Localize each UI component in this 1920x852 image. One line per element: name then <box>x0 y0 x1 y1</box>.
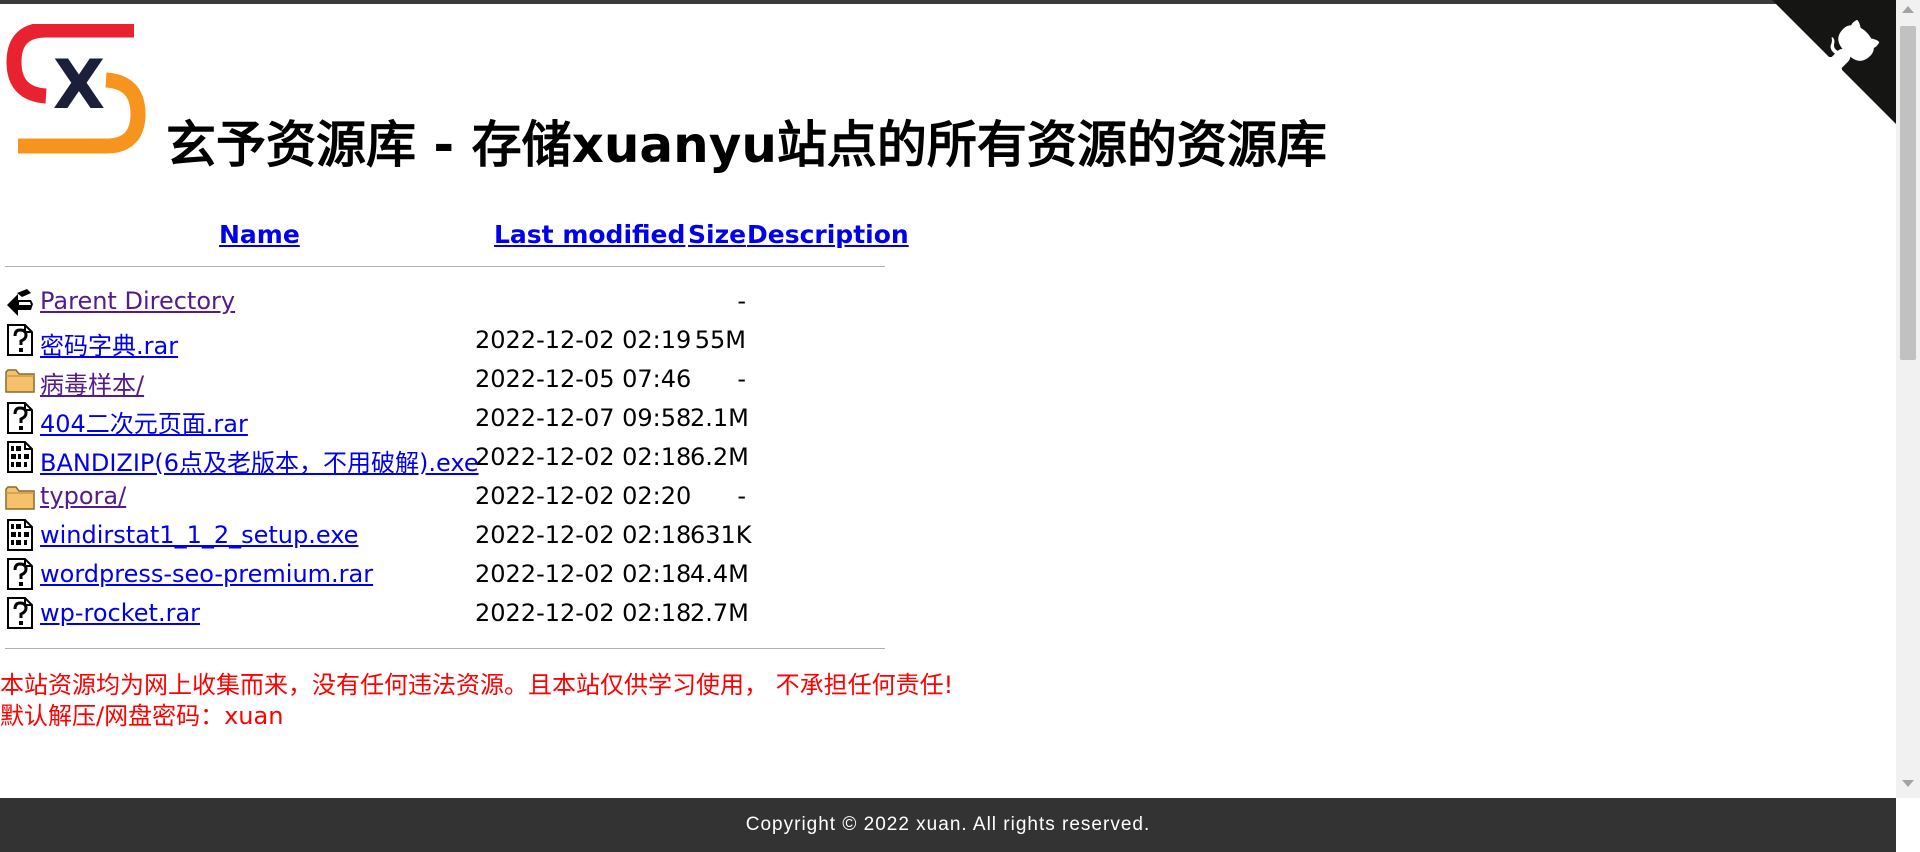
password-hint: 默认解压/网盘密码：xuan <box>0 702 284 730</box>
folder-icon <box>5 480 35 512</box>
table-row: 病毒样本/2022-12-05 07:46 - <box>5 361 885 400</box>
table-row: wp-rocket.rar 2022-12-02 02:18 2.7M <box>5 595 885 634</box>
top-border <box>0 0 1920 4</box>
unknown-file-icon <box>5 558 35 590</box>
disclaimer-text: 本站资源均为网上收集而来，没有任何违法资源。且本站仅供学习使用， 不承担任何责任… <box>0 671 954 699</box>
table-row: wordpress-seo-premium.rar 2022-12-02 02:1… <box>5 556 885 595</box>
table-row: BANDIZIP(6点及老版本，不用破解).exe 2022-12-02 02:1… <box>5 439 885 478</box>
file-size: - <box>737 482 746 510</box>
sort-by-size-link[interactable]: Size <box>688 220 746 249</box>
logo-letter: X <box>53 46 105 125</box>
copyright-text: Copyright © 2022 xuan. All rights reserv… <box>745 814 1151 835</box>
folder-icon <box>5 363 35 395</box>
file-listing: Name Last modified Size Description Pare… <box>5 212 909 649</box>
file-date: 2022-12-02 02:18 <box>475 521 692 549</box>
file-link[interactable]: 密码字典.rar <box>40 326 178 361</box>
file-size: 2.7M <box>690 599 749 627</box>
page-header: X 玄予资源库 - 存储xuanyu站点的所有资源的资源库 <box>6 24 1406 184</box>
file-date: 2022-12-02 02:19 <box>475 326 692 354</box>
file-size: 6.2M <box>690 443 749 471</box>
sx-logo-icon: X <box>6 24 146 154</box>
file-size: 2.1M <box>690 404 749 432</box>
listing-header: Name Last modified Size Description <box>5 212 909 252</box>
scrollbar-thumb[interactable] <box>1900 26 1916 360</box>
file-link[interactable]: windirstat1_1_2_setup.exe <box>40 521 358 549</box>
file-link[interactable]: typora/ <box>40 482 126 510</box>
file-date: 2022-12-07 09:58 <box>475 404 692 432</box>
back-icon <box>5 285 35 317</box>
scroll-up-arrow-icon[interactable] <box>1902 6 1914 13</box>
github-corner-link[interactable] <box>1772 0 1896 124</box>
file-link[interactable]: BANDIZIP(6点及老版本，不用破解).exe <box>40 443 479 478</box>
file-size: 4.4M <box>690 560 749 588</box>
notice: 本站资源均为网上收集而来，没有任何违法资源。且本站仅供学习使用， 不承担任何责任… <box>0 670 953 732</box>
file-link[interactable]: Parent Directory <box>40 287 235 315</box>
footer-divider <box>5 648 885 649</box>
table-row: 404二次元页面.rar 2022-12-07 09:58 2.1M <box>5 400 885 439</box>
file-date: 2022-12-02 02:18 <box>475 443 692 471</box>
scroll-down-arrow-icon[interactable] <box>1902 780 1914 787</box>
table-row: Parent Directory - <box>5 283 885 322</box>
file-link[interactable]: wordpress-seo-premium.rar <box>40 560 373 588</box>
unknown-file-icon <box>5 402 35 434</box>
sort-by-name-link[interactable]: Name <box>219 220 300 249</box>
file-size: - <box>737 365 746 393</box>
file-date: 2022-12-02 02:20 <box>475 482 692 510</box>
file-size: 55M <box>694 326 746 354</box>
unknown-file-icon <box>5 597 35 629</box>
file-size: - <box>737 287 746 315</box>
sort-by-last-modified-link[interactable]: Last modified <box>494 220 685 249</box>
table-row: 密码字典.rar 2022-12-02 02:19 55M <box>5 322 885 361</box>
sort-by-description-link[interactable]: Description <box>747 220 909 249</box>
file-rows: Parent Directory - 密码字典.rar 2022-12-02 02:1… <box>5 267 885 648</box>
page-title: 玄予资源库 - 存储xuanyu站点的所有资源的资源库 <box>166 116 1327 174</box>
vertical-scrollbar[interactable] <box>1896 0 1920 798</box>
file-link[interactable]: 病毒样本/ <box>40 365 144 400</box>
binary-file-icon <box>5 441 35 473</box>
binary-file-icon <box>5 519 35 551</box>
file-date: 2022-12-05 07:46 <box>475 365 692 393</box>
file-link[interactable]: 404二次元页面.rar <box>40 404 248 439</box>
file-link[interactable]: wp-rocket.rar <box>40 599 200 627</box>
unknown-file-icon <box>5 324 35 356</box>
file-date: 2022-12-02 02:18 <box>475 560 692 588</box>
footer: Copyright © 2022 xuan. All rights reserv… <box>0 798 1896 852</box>
file-date: 2022-12-02 02:18 <box>475 599 692 627</box>
table-row: typora/2022-12-02 02:20 - <box>5 478 885 517</box>
file-size: 631K <box>690 521 752 549</box>
table-row: windirstat1_1_2_setup.exe 2022-12-02 02:1… <box>5 517 885 556</box>
